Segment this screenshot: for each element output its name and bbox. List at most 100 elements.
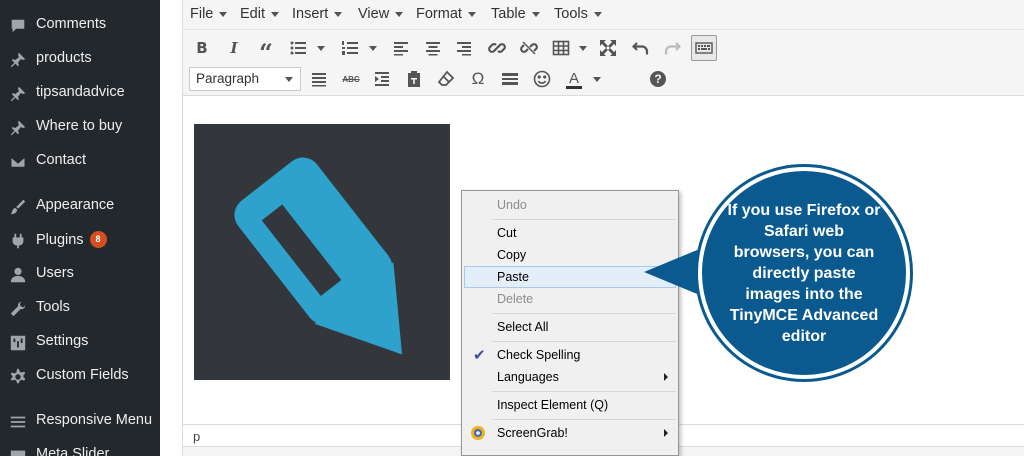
sidebar-item-plugins[interactable]: Plugins 8 [0,223,160,257]
caret-down-icon [271,11,279,17]
comment-icon [8,16,28,36]
menu-format[interactable]: Format [416,6,476,22]
sidebar-item-users[interactable]: Users [0,257,160,291]
redo-icon[interactable] [659,35,685,61]
sidebar-item-label: Plugins [36,232,84,248]
menu-icon [8,412,28,432]
caret-down-icon [219,11,228,17]
sidebar-item-custom-fields[interactable]: Custom Fields [0,359,160,393]
caret-down-icon [334,11,343,17]
sidebar-item-label: Meta Slider [36,446,110,456]
mail-icon [8,152,28,172]
undo-icon[interactable] [628,35,654,61]
sidebar-item-meta-slider[interactable]: Meta Slider [0,438,160,456]
paste-text-icon[interactable] [401,66,427,92]
element-path[interactable]: p [193,429,200,444]
help-icon[interactable]: ? [645,66,671,92]
caret-down-icon[interactable] [317,46,325,51]
editor-toolbar: B I “ Paragraph ABC Ω A ? [183,30,1024,96]
menu-tools[interactable]: Tools [554,6,602,22]
sidebar-item-label: Responsive Menu [36,412,153,428]
callout-text: If you use Firefox or Safari web browser… [727,201,881,345]
bold-icon[interactable]: B [189,35,215,61]
blockquote-icon[interactable]: “ [253,35,279,67]
context-menu-select-all[interactable]: Select All [464,316,676,338]
bullet-list-icon[interactable] [285,35,311,61]
sidebar-item-label: Where to buy [36,118,123,134]
clear-formatting-icon[interactable] [433,66,459,92]
menu-separator [492,391,676,392]
admin-sidebar: Comments products tipsandadvice Where to… [0,0,160,456]
sidebar-item-comments[interactable]: Comments [0,8,160,42]
text-color-icon[interactable]: A [561,66,587,92]
menu-file[interactable]: File [190,6,228,22]
brush-icon [8,197,28,217]
indent-icon[interactable] [369,66,395,92]
omega-icon[interactable]: Ω [465,66,491,92]
caret-down-icon[interactable] [579,46,587,51]
table-icon[interactable] [548,35,574,61]
menu-label: Table [491,6,526,22]
annotation-callout: If you use Firefox or Safari web browser… [698,167,910,379]
context-menu-check-spelling[interactable]: ✔ Check Spelling [464,344,676,366]
menu-insert[interactable]: Insert [292,6,343,22]
menu-edit[interactable]: Edit [240,6,279,22]
context-menu-screengrab[interactable]: ScreenGrab! [464,422,676,444]
emoji-icon[interactable] [529,66,555,92]
submenu-arrow-icon [664,429,668,437]
keyboard-icon[interactable] [691,35,717,61]
sidebar-item-label: Tools [36,299,70,315]
sidebar-item-label: products [36,50,92,66]
caret-down-icon [285,77,293,82]
link-icon[interactable] [484,35,510,61]
sidebar-item-products[interactable]: products [0,42,160,76]
editor-menubar: File Edit Insert View Format Table Tools [183,0,1024,30]
pencil-image[interactable] [194,124,450,380]
align-center-icon[interactable] [420,35,446,61]
sidebar-item-responsive-menu[interactable]: Responsive Menu [0,404,160,438]
sidebar-item-tipsandadvice[interactable]: tipsandadvice [0,76,160,110]
context-menu-undo[interactable]: Undo [464,194,676,216]
align-right-icon[interactable] [451,35,477,61]
pencil-icon [234,157,403,355]
horizontal-rule-icon[interactable] [497,66,523,92]
sidebar-item-label: Settings [36,333,89,349]
sidebar-item-appearance[interactable]: Appearance [0,189,160,223]
fullscreen-icon[interactable] [595,35,621,61]
context-menu-inspect-element[interactable]: Inspect Element (Q) [464,394,676,416]
sidebar-item-label: Comments [36,16,107,32]
justify-icon[interactable] [306,66,332,92]
menu-view[interactable]: View [358,6,404,22]
align-left-icon[interactable] [388,35,414,61]
screengrab-icon [470,425,486,441]
menu-separator [492,341,676,342]
menu-label: File [190,6,214,22]
caret-down-icon[interactable] [593,77,601,82]
strikethrough-icon[interactable]: ABC [338,66,364,92]
caret-down-icon [395,11,404,17]
sliders-icon [8,333,28,353]
sidebar-item-tools[interactable]: Tools [0,291,160,325]
menu-separator [492,419,676,420]
menu-table[interactable]: Table [491,6,540,22]
numbered-list-icon[interactable] [337,35,363,61]
checkmark-icon: ✔ [473,347,486,364]
format-select[interactable]: Paragraph [189,67,301,91]
menu-label: Insert [292,6,329,22]
gear-icon [8,367,28,387]
sidebar-item-where-to-buy[interactable]: Where to buy [0,110,160,144]
unlink-icon[interactable] [516,35,542,61]
menu-separator [492,219,676,220]
pin-icon [8,50,28,70]
sidebar-item-label: Appearance [36,197,115,213]
italic-icon[interactable]: I [221,35,247,61]
context-menu: Undo Cut Copy Paste Delete Select All ✔ C… [461,190,679,456]
caret-down-icon[interactable] [369,46,377,51]
sidebar-item-label: tipsandadvice [36,84,125,100]
context-menu-languages[interactable]: Languages [464,366,676,388]
caret-down-icon [531,11,540,17]
sidebar-item-contact[interactable]: Contact [0,144,160,178]
sidebar-item-settings[interactable]: Settings [0,325,160,359]
caret-down-icon [593,11,602,17]
context-menu-cut[interactable]: Cut [464,222,676,244]
